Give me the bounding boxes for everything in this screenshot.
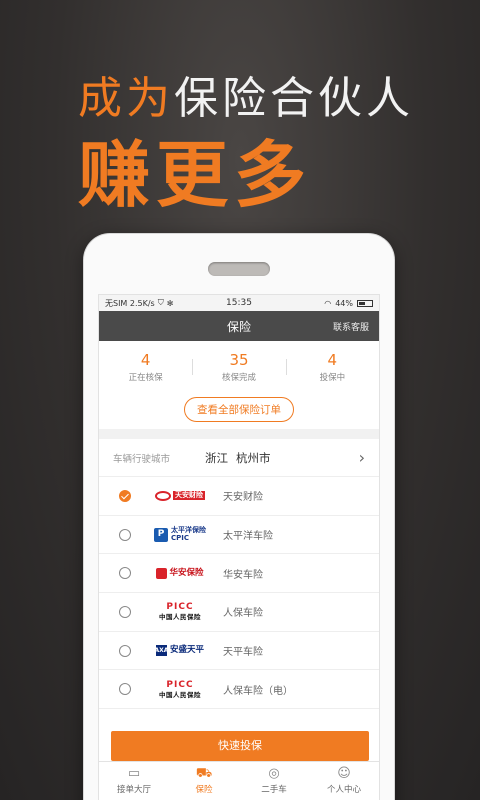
- insurer-name: 天平车险: [223, 647, 263, 659]
- logo-subtext: CPIC: [171, 533, 190, 542]
- city-selector[interactable]: 车辆行驶城市 浙江 杭州市 ›: [99, 439, 379, 477]
- stat-insuring[interactable]: 4 投保中: [285, 351, 379, 393]
- tab-label: 个人中心: [326, 785, 361, 795]
- huaan-logo: 华安保险: [149, 567, 211, 579]
- insurer-name: 华安车险: [223, 569, 263, 581]
- radio-icon[interactable]: [119, 528, 131, 541]
- stat-label: 核保完成: [221, 373, 256, 383]
- used-car-icon: ◎: [268, 766, 280, 781]
- insurer-row-axa[interactable]: AXA 安盛天平 天平车险: [99, 632, 379, 671]
- radio-checked-icon[interactable]: [119, 489, 131, 502]
- radio-icon[interactable]: [119, 567, 131, 580]
- logo-subtext: 中国人民保险: [159, 613, 201, 622]
- picc-logo: PICC 中国人民保险: [149, 603, 211, 621]
- radio-icon[interactable]: [119, 683, 131, 696]
- stat-underwritten[interactable]: 35 核保完成: [192, 351, 285, 393]
- phone-frame: 无SIM 2.5K/s ⛉ ✻ 15:35 ◠ 44% 保险 联系客服 4 正在…: [84, 234, 394, 800]
- city-value: 杭州市: [236, 450, 271, 465]
- picc-logo: PICC 中国人民保险: [149, 679, 211, 699]
- battery-icon: [357, 299, 373, 307]
- promo-subheadline: 赚更多: [78, 133, 313, 217]
- axa-logo: AXA 安盛天平: [149, 645, 211, 657]
- stat-label: 正在核保: [128, 373, 163, 383]
- insurer-row-cpic[interactable]: P 太平洋保险 CPIC 太平洋车险: [99, 516, 379, 555]
- logo-mark: AXA: [155, 645, 168, 657]
- insurer-name: 人保车险（电）: [223, 685, 293, 697]
- radio-icon[interactable]: [119, 644, 131, 657]
- phone-speaker: [208, 262, 270, 276]
- tab-profile[interactable]: ☺ 个人中心: [309, 762, 379, 800]
- status-bar: 无SIM 2.5K/s ⛉ ✻ 15:35 ◠ 44%: [99, 295, 379, 311]
- logo-text: 华安保险: [169, 567, 204, 578]
- logo-text: 天安财险: [173, 491, 205, 501]
- insurer-row-tianan[interactable]: 天安财险 天安财险: [99, 477, 379, 516]
- stat-value: 35: [229, 351, 249, 369]
- stats-row: 4 正在核保 35 核保完成 4 投保中: [99, 341, 379, 393]
- logo-text: PICC: [166, 602, 194, 613]
- tab-label: 接单大厅: [116, 785, 151, 795]
- logo-text: PICC: [166, 679, 194, 690]
- tianan-logo: 天安财险: [149, 490, 211, 501]
- page-title: 保险: [226, 319, 251, 334]
- view-all-orders-button[interactable]: 查看全部保险订单: [184, 397, 294, 422]
- car-icon: ⛟: [195, 766, 213, 781]
- section-divider: [99, 429, 379, 439]
- tab-label: 二手车: [261, 785, 287, 795]
- cpic-logo: P 太平洋保险 CPIC: [149, 526, 211, 542]
- radio-icon[interactable]: [119, 605, 131, 618]
- tab-order-hall[interactable]: ▭ 接单大厅: [99, 762, 169, 800]
- chevron-right-icon: ›: [358, 448, 365, 467]
- insurer-row-huaan[interactable]: 华安保险 华安车险: [99, 554, 379, 594]
- phone-screen: 无SIM 2.5K/s ⛉ ✻ 15:35 ◠ 44% 保险 联系客服 4 正在…: [98, 294, 380, 800]
- city-label: 车辆行驶城市: [113, 453, 171, 465]
- tab-insurance[interactable]: ⛟ 保险: [169, 762, 239, 800]
- province-value: 浙江: [205, 450, 228, 465]
- status-time: 15:35: [226, 298, 252, 308]
- stat-underwriting[interactable]: 4 正在核保: [99, 351, 192, 393]
- quick-insure-button[interactable]: 快速投保: [111, 731, 369, 761]
- contact-service-button[interactable]: 联系客服: [333, 320, 369, 333]
- insurer-name: 太平洋车险: [223, 531, 273, 543]
- insurer-name: 天安财险: [223, 492, 263, 504]
- tab-label: 保险: [195, 785, 213, 795]
- person-icon: ☺: [337, 766, 351, 781]
- insurer-row-picc-online[interactable]: PICC 中国人民保险 人保车险（电）: [99, 670, 379, 710]
- stat-value: 4: [327, 351, 338, 369]
- bottom-tab-bar: ▭ 接单大厅 ⛟ 保险 ◎ 二手车 ☺ 个人中心: [99, 761, 379, 800]
- chat-icon: ▭: [127, 766, 141, 781]
- logo-text: 安盛天平: [169, 645, 204, 656]
- logo-subtext: 中国人民保险: [159, 690, 201, 699]
- insurer-name: 人保车险: [223, 608, 263, 620]
- stat-label: 投保中: [319, 373, 346, 383]
- top-navbar: 保险 联系客服: [99, 311, 379, 341]
- insurer-row-picc[interactable]: PICC 中国人民保险 人保车险: [99, 593, 379, 632]
- tab-used-car[interactable]: ◎ 二手车: [239, 762, 309, 800]
- stat-value: 4: [140, 351, 151, 369]
